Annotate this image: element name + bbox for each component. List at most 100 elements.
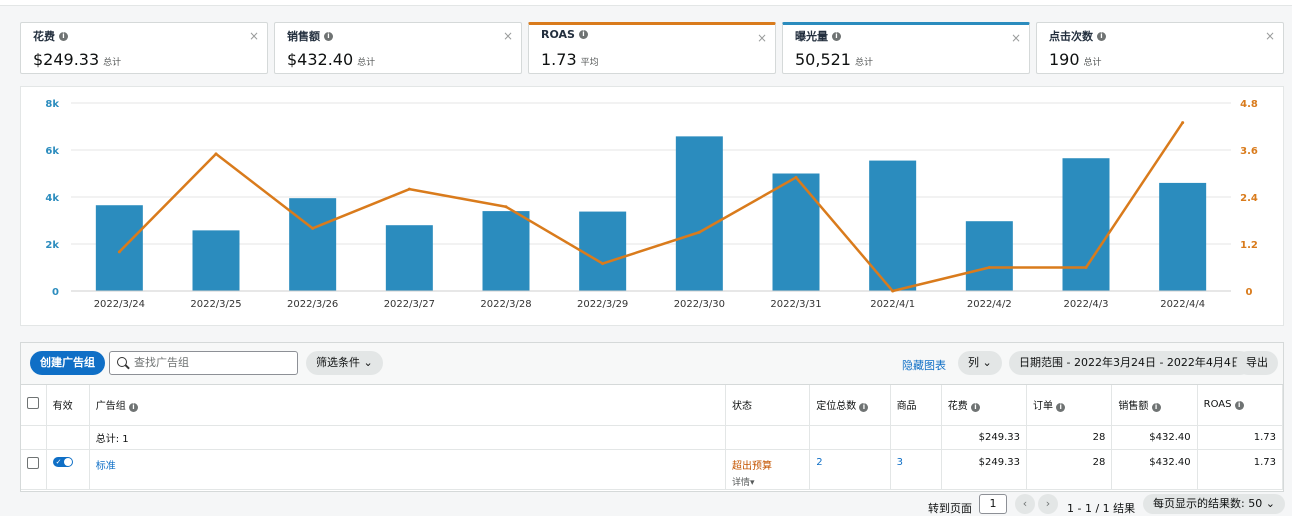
right-axis-tick-label: 3.6 (1240, 146, 1258, 157)
right-axis-tick-label: 0 (1246, 287, 1253, 298)
metric-cards: 花费 i $249.33 总计 × 销售额 i $432.40 总计 × ROAS i 1… (20, 22, 1284, 74)
close-icon[interactable]: × (1011, 31, 1021, 45)
col-header-ad-group[interactable]: 广告组 (96, 401, 126, 412)
close-icon[interactable]: × (503, 29, 513, 43)
page-range-text: 1 - 1 / 1 结果 (1067, 502, 1136, 515)
info-icon[interactable]: i (859, 403, 869, 413)
col-header-products[interactable]: 商品 (890, 385, 942, 426)
create-ad-group-button[interactable]: 创建广告组 (30, 351, 105, 375)
prev-page-icon[interactable]: ‹ (1015, 494, 1035, 514)
chevron-down-icon: ⌄ (982, 356, 992, 369)
table-header-row: 有效 广告组 i 状态 定位总数 i 商品 花费 i 订单 i 销售额 i RO… (21, 385, 1284, 426)
right-axis-tick-label: 1.2 (1240, 240, 1258, 251)
roas-point (311, 226, 315, 230)
x-axis-tick-label: 2022/3/30 (674, 299, 725, 310)
total-sales: $432.40 (1111, 425, 1198, 450)
metric-label: 销售额 (287, 30, 320, 43)
status-detail-link[interactable]: 详情 (732, 478, 750, 488)
ad-group-name-link[interactable]: 标准 (89, 449, 726, 490)
ad-groups-table: 有效 广告组 i 状态 定位总数 i 商品 花费 i 订单 i 销售额 i RO… (21, 385, 1284, 490)
row-sales: $432.40 (1111, 449, 1198, 490)
total-spend: $249.33 (941, 425, 1028, 450)
metric-value: 190 (1049, 50, 1080, 69)
info-icon[interactable]: i (832, 31, 841, 41)
products-count-link[interactable]: 3 (890, 449, 942, 490)
metric-label: ROAS (541, 28, 575, 41)
left-axis-tick-label: 4k (45, 193, 59, 204)
row-spend: $249.33 (941, 449, 1028, 490)
col-header-enabled: 有效 (46, 385, 90, 426)
info-icon[interactable]: i (1056, 403, 1066, 413)
next-page-icon[interactable]: › (1038, 494, 1058, 514)
roas-point (891, 289, 895, 293)
bar (289, 198, 337, 291)
bar (1062, 158, 1110, 291)
metric-card-sales[interactable]: 销售额 i $432.40 总计 × (274, 22, 522, 74)
col-header-targets[interactable]: 定位总数 (816, 401, 856, 412)
x-axis-tick-label: 2022/4/4 (1160, 299, 1205, 310)
info-icon[interactable]: i (324, 31, 333, 41)
caret-down-icon: ▾ (750, 477, 755, 488)
roas-line (118, 121, 1184, 293)
x-axis-tick-label: 2022/3/26 (287, 299, 338, 310)
col-header-status[interactable]: 状态 (725, 385, 811, 426)
left-axis-tick-label: 8k (45, 99, 59, 110)
col-header-roas[interactable]: ROAS (1204, 399, 1232, 410)
info-icon[interactable]: i (128, 403, 138, 413)
metric-suffix: 总计 (357, 58, 376, 68)
roas-point (601, 262, 605, 266)
close-icon[interactable]: × (757, 31, 767, 45)
metric-suffix: 总计 (103, 58, 122, 68)
metric-card-roas[interactable]: ROAS i 1.73 平均 × (528, 22, 776, 74)
table-total-row: 总计: 1 $249.33 28 $432.40 1.73 (21, 425, 1284, 450)
total-roas: 1.73 (1197, 425, 1284, 450)
export-button[interactable]: 导出 (1236, 351, 1278, 375)
enabled-toggle[interactable]: ✓ (52, 456, 73, 467)
info-icon[interactable]: i (1234, 401, 1244, 411)
search-icon (117, 357, 127, 367)
left-axis-tick-label: 6k (45, 146, 59, 157)
metric-card-spend[interactable]: 花费 i $249.33 总计 × (20, 22, 268, 74)
col-header-orders[interactable]: 订单 (1033, 401, 1053, 412)
per-page-select[interactable]: 每页显示的结果数: 50 ⌄ (1143, 494, 1285, 514)
search-input[interactable]: 查找广告组 (109, 351, 298, 375)
date-range-button[interactable]: 日期范围 - 2022年3月24日 - 2022年4月4日 (1009, 351, 1252, 375)
close-icon[interactable]: × (249, 29, 259, 43)
roas-point (1181, 121, 1185, 125)
info-icon[interactable]: i (1151, 403, 1161, 413)
bar (772, 173, 820, 291)
roas-point (987, 266, 991, 269)
page-input[interactable]: 1 (979, 494, 1007, 514)
metric-value: $249.33 (33, 50, 100, 69)
info-icon[interactable]: i (59, 31, 68, 41)
close-icon[interactable]: × (1265, 29, 1275, 43)
columns-button[interactable]: 列 ⌄ (958, 351, 1002, 375)
info-icon[interactable]: i (970, 403, 980, 413)
left-axis-tick-label: 2k (45, 240, 59, 251)
col-header-spend[interactable]: 花费 (948, 401, 968, 412)
row-orders: 28 (1026, 449, 1113, 490)
x-axis-tick-label: 2022/3/25 (190, 299, 241, 310)
filter-label: 筛选条件 (316, 356, 360, 369)
table-toolbar: 创建广告组 查找广告组 筛选条件 ⌄ 隐藏图表 列 ⌄ 日期范围 - 2022年… (21, 343, 1283, 385)
x-axis-tick-label: 2022/4/1 (870, 299, 915, 310)
metric-suffix: 总计 (1083, 58, 1102, 68)
search-placeholder: 查找广告组 (134, 356, 189, 369)
info-icon[interactable]: i (1097, 31, 1106, 41)
metric-card-clicks[interactable]: 点击次数 i 190 总计 × (1036, 22, 1284, 74)
hide-chart-link[interactable]: 隐藏图表 (902, 357, 946, 373)
x-axis-tick-label: 2022/3/29 (577, 299, 628, 310)
chevron-down-icon: ⌄ (363, 356, 373, 369)
row-checkbox[interactable] (27, 456, 39, 469)
col-header-sales[interactable]: 销售额 (1118, 401, 1148, 412)
total-orders: 28 (1026, 425, 1113, 450)
metric-card-impressions[interactable]: 曝光量 i 50,521 总计 × (782, 22, 1030, 74)
right-axis-tick-label: 2.4 (1240, 193, 1258, 204)
row-roas: 1.73 (1197, 449, 1284, 490)
filter-button[interactable]: 筛选条件 ⌄ (306, 351, 383, 375)
info-icon[interactable]: i (578, 30, 588, 39)
metric-value: 50,521 (795, 50, 851, 69)
select-all-checkbox[interactable] (27, 397, 39, 410)
targets-count-link[interactable]: 2 (809, 449, 891, 490)
ad-groups-panel: 创建广告组 查找广告组 筛选条件 ⌄ 隐藏图表 列 ⌄ 日期范围 - 2022年… (20, 342, 1284, 492)
